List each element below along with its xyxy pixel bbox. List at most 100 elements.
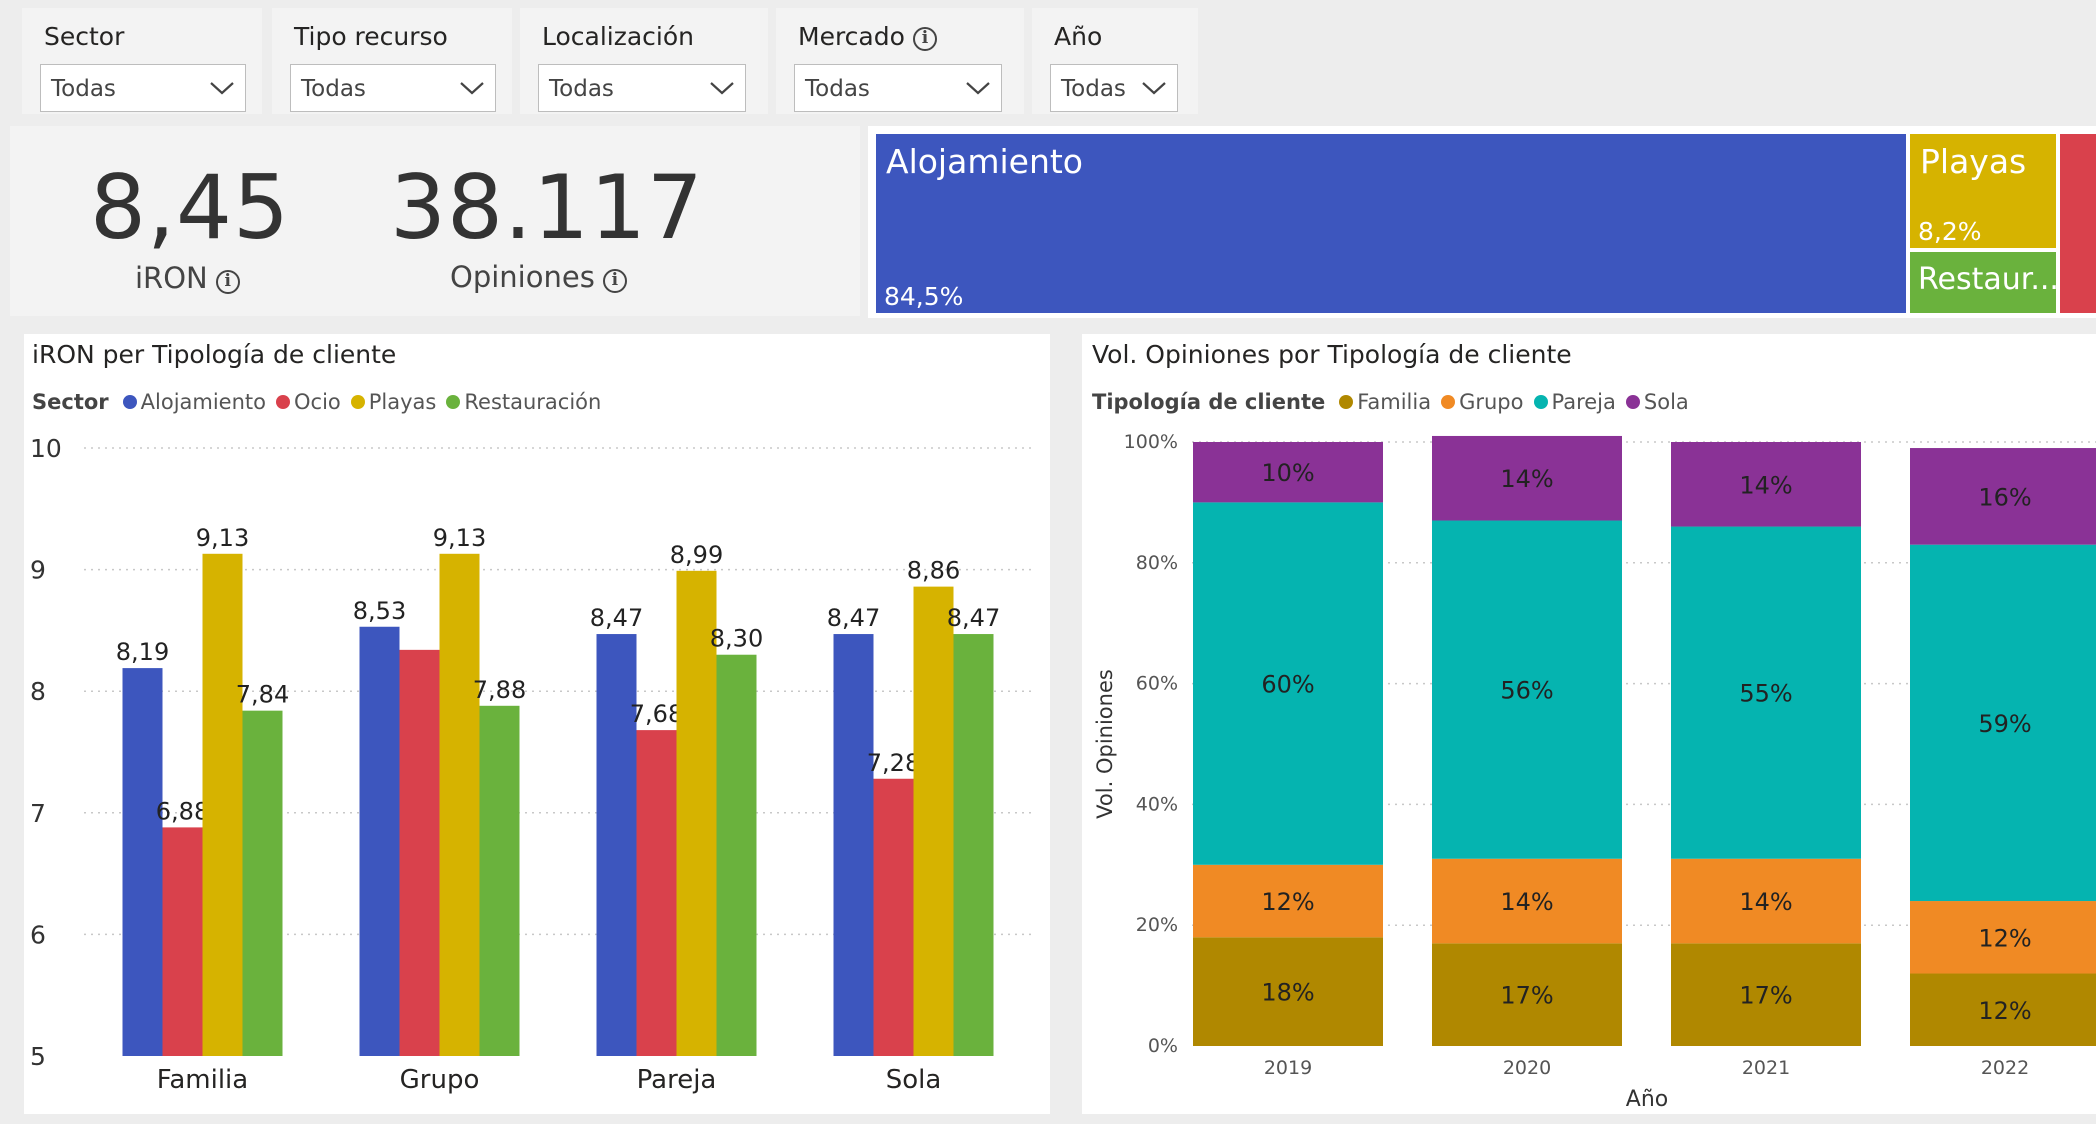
treemap-tile-restauracion[interactable]: Restaur... [1910,252,2056,313]
slicer-dropdown[interactable]: Todas [290,64,496,112]
data-label: 9,13 [433,524,486,552]
x-tick-label: Sola [886,1065,942,1095]
y-tick-label: 7 [30,799,46,828]
slicer-title-text: Sector [44,22,125,51]
data-label: 8,47 [590,604,643,632]
slicer-dropdown[interactable]: Todas [40,64,246,112]
slicer-dropdown[interactable]: Todas [794,64,1002,112]
bar-restauración [242,710,283,1056]
bar-alojamiento [122,668,163,1056]
slicer-dropdown[interactable]: Todas [538,64,746,112]
data-label: 7,68 [630,700,683,728]
data-label: 8,47 [827,604,880,632]
bar-ocio [873,778,914,1056]
slicer-value: Todas [805,76,870,102]
bar-restauración [479,705,520,1056]
x-tick-label: 2022 [1981,1057,2029,1079]
slicer-title: Tipo recurso [294,22,448,51]
data-label: 8,86 [907,557,960,585]
slicer-title: Mercado i [798,22,937,51]
treemap-percent: 8,2% [1918,217,1982,246]
slicer-value: Todas [1061,76,1126,102]
y-axis-title: Vol. Opiniones [1093,669,1117,819]
slicer-value: Todas [549,76,614,102]
data-label: 14% [1739,471,1792,499]
bar-ocio [636,730,677,1056]
data-label: 7,88 [473,676,526,704]
chevron-down-icon [460,82,484,95]
data-label: 14% [1500,888,1553,916]
y-tick-label: 60% [1136,673,1178,695]
data-label: 56% [1500,677,1553,705]
x-tick-label: Pareja [637,1065,717,1095]
treemap-tile-ocio[interactable] [2060,134,2096,313]
iron-chart-card: iRON per Tipología de cliente Sector Alo… [24,334,1050,1114]
data-label: 7,84 [236,681,289,709]
y-tick-label: 9 [30,556,46,585]
slicer-0: Sector Todas [22,8,262,114]
bar-alojamiento [359,626,400,1056]
treemap-tile-alojamiento[interactable]: Alojamiento 84,5% [876,134,1906,313]
info-icon[interactable]: i [215,270,240,294]
treemap-percent: 84,5% [884,282,964,311]
y-tick-label: 40% [1136,793,1178,815]
iron-kpi-label: iRON i [135,261,240,295]
iron-chart-plot: 5 6 7 8 9 10 8,19 6,88 9,13 7,84 Familia 8,53 9,13 7,… [30,434,1032,1095]
iron-kpi-value: 8,45 [90,156,290,259]
data-label: 6,88 [156,797,209,825]
y-tick-label: 6 [30,920,46,949]
slicer-dropdown[interactable]: Todas [1050,64,1178,112]
slicer-title: Localización [542,22,694,51]
slicer-title-text: Localización [542,22,695,51]
bar-restauración [716,654,757,1056]
data-label: 18% [1261,979,1314,1007]
data-label: 8,30 [710,625,763,653]
data-label: 8,19 [116,638,169,666]
slicer-1: Tipo recurso Todas [272,8,512,114]
slicer-value: Todas [51,76,116,102]
data-label: 12% [1261,888,1314,916]
data-label: 8,47 [947,604,1000,632]
info-icon[interactable]: i [912,27,937,51]
data-label: 8,53 [353,597,406,625]
data-label: 8,99 [670,541,723,569]
y-tick-label: 10 [30,434,62,463]
x-tick-label: 2021 [1742,1057,1790,1079]
x-tick-label: Familia [157,1065,248,1095]
treemap-tile-playas[interactable]: Playas 8,2% [1910,134,2056,248]
x-axis-title: Año [1626,1087,1668,1112]
bar-ocio [162,827,203,1056]
y-tick-label: 0% [1148,1035,1178,1057]
data-label: 55% [1739,680,1792,708]
slicer-title-text: Mercado [798,22,905,51]
info-icon[interactable]: i [602,269,627,293]
bar-alojamiento [596,634,637,1056]
slicer-value: Todas [301,76,366,102]
bar-playas [913,586,954,1056]
data-label: 12% [1978,924,2031,952]
chevron-down-icon [966,82,990,95]
x-tick-label: 2019 [1264,1057,1312,1079]
data-label: 7,28 [867,749,920,777]
slicer-title: Año [1054,22,1102,51]
slicer-title: Sector [44,22,124,51]
x-tick-label: 2020 [1503,1057,1551,1079]
kpi-card: 8,45 iRON i 38.117 Opiniones i [10,126,860,316]
treemap-label: Restaur... [1918,262,2056,297]
slicer-3: Mercado i Todas [776,8,1024,114]
x-tick-label: Grupo [400,1065,480,1095]
opiniones-kpi-label: Opiniones i [450,260,627,294]
chevron-down-icon [1142,82,1166,95]
data-label: 17% [1739,982,1792,1010]
vol-chart-card: Vol. Opiniones por Tipología de cliente … [1082,334,2096,1114]
data-label: 14% [1739,888,1792,916]
vol-chart-plot: 0% 20% 40% 60% 80% 100% Vol. Opiniones Año 18% 12… [1093,431,2096,1112]
treemap-label: Alojamiento [886,142,1083,181]
bar-restauración [953,634,994,1056]
bar-alojamiento [833,634,874,1056]
bar-playas [202,553,243,1056]
iron-kpi-label-text: iRON [135,261,208,295]
y-tick-label: 8 [30,677,46,706]
data-label: 14% [1500,465,1553,493]
y-tick-label: 20% [1136,914,1178,936]
